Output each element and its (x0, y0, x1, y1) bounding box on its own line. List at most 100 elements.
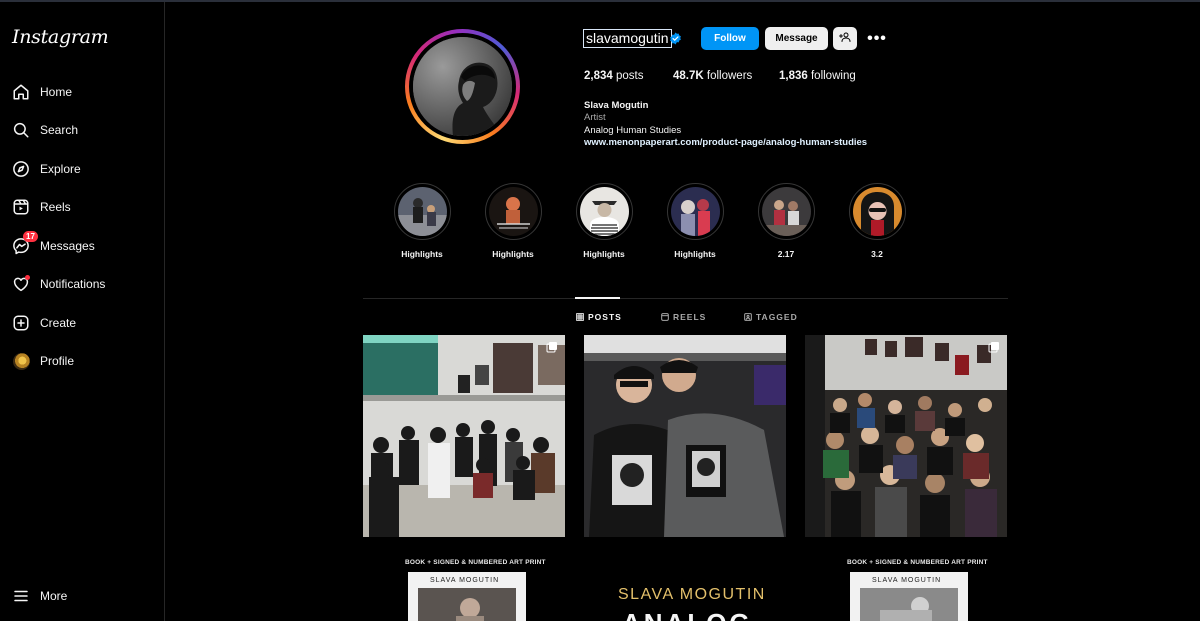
highlight-ring (848, 183, 906, 240)
profile-username[interactable]: slavamogutin (583, 29, 672, 48)
following-count-label: following (810, 70, 856, 82)
highlight-ring (575, 183, 633, 240)
bio-full-name: Slava Mogutin (584, 100, 649, 111)
carousel-icon (988, 341, 1000, 353)
tab-posts[interactable]: POSTS (576, 312, 622, 322)
story-highlight[interactable]: Highlights (483, 183, 543, 259)
follow-button[interactable]: Follow (701, 27, 759, 50)
instagram-logo[interactable]: Instagram (12, 26, 109, 48)
compass-icon (11, 159, 31, 179)
sidebar-item-label: Search (40, 123, 79, 137)
highlight-cover (397, 187, 447, 236)
book-cover: SLAVA MOGUTIN (408, 572, 526, 621)
highlight-cover (852, 187, 902, 236)
sidebar-item-explore[interactable]: Explore (11, 155, 156, 183)
sidebar-item-messages[interactable]: 17 Messages (11, 231, 156, 260)
post-thumbnail[interactable]: BOOK + SIGNED & NUMBERED ART PRINT SLAVA… (363, 544, 565, 621)
highlight-label: 2.17 (777, 249, 795, 259)
tabs-divider (363, 298, 1008, 299)
post-thumbnail[interactable]: BOOK + SIGNED & NUMBERED ART PRINT SLAVA… (805, 544, 1007, 621)
highlight-ring (393, 183, 451, 240)
reels-icon (11, 197, 31, 217)
post-caption-text: BOOK + SIGNED & NUMBERED ART PRINT (405, 559, 546, 566)
profile-avatar[interactable] (405, 29, 520, 144)
search-icon (11, 120, 31, 140)
bio-category: Artist (584, 112, 606, 123)
sidebar-item-profile[interactable]: Profile (11, 347, 156, 375)
sidebar-item-more[interactable]: More (11, 582, 156, 610)
story-highlight[interactable]: Highlights (665, 183, 725, 259)
heart-icon (11, 274, 31, 294)
tab-reels[interactable]: REELS (661, 312, 706, 322)
verified-badge-icon (669, 32, 682, 50)
message-button[interactable]: Message (765, 27, 828, 50)
highlight-cover (670, 187, 720, 236)
sidebar: Instagram Home Search Explore Reels 17 M… (0, 2, 165, 621)
messenger-icon: 17 (11, 231, 38, 256)
notification-dot (25, 275, 30, 280)
highlight-ring (666, 183, 724, 240)
posts-count: 2,834 posts (584, 70, 643, 82)
tab-tagged[interactable]: TAGGED (744, 312, 798, 322)
messages-badge: 17 (23, 231, 38, 242)
sidebar-item-label: More (40, 589, 68, 603)
active-tab-indicator (575, 297, 620, 299)
sidebar-item-home[interactable]: Home (11, 78, 156, 106)
sidebar-item-label: Home (40, 85, 73, 99)
sidebar-item-label: Reels (40, 200, 71, 214)
highlight-cover (488, 187, 538, 236)
followers-count[interactable]: 48.7K followers (673, 70, 752, 82)
avatar-border (409, 33, 516, 140)
bio-link[interactable]: www.menonpaperart.com/product-page/analo… (584, 137, 867, 148)
bio-text: Analog Human Studies (584, 125, 682, 136)
suggested-accounts-button[interactable] (833, 27, 857, 50)
story-highlight[interactable]: 2.17 (756, 183, 816, 259)
tagged-icon (744, 313, 752, 321)
tab-label: REELS (673, 312, 707, 322)
followers-count-label: followers (706, 70, 753, 82)
story-highlight[interactable]: Highlights (392, 183, 452, 259)
book-cover: SLAVA MOGUTIN (850, 572, 968, 621)
tab-label: TAGGED (756, 312, 798, 322)
post-title-text: SLAVA MOGUTIN (618, 586, 766, 603)
sidebar-item-label: Profile (40, 354, 75, 368)
post-thumbnail[interactable] (805, 335, 1007, 537)
reels-icon (661, 313, 669, 321)
highlight-label: 3.2 (871, 249, 883, 259)
highlight-cover (579, 187, 629, 236)
post-thumbnail[interactable] (363, 335, 565, 537)
grid-icon (576, 313, 584, 321)
book-cover-title: SLAVA MOGUTIN (430, 577, 500, 584)
sidebar-item-label: Create (40, 316, 77, 330)
sidebar-item-search[interactable]: Search (11, 116, 156, 144)
post-caption-text: BOOK + SIGNED & NUMBERED ART PRINT (847, 559, 988, 566)
post-subtitle-text: ANALOG (622, 608, 753, 621)
following-count-value: 1,836 (779, 70, 808, 82)
followers-count-value: 48.7K (673, 70, 704, 82)
story-highlight[interactable]: 3.2 (847, 183, 907, 259)
window-top-border (0, 0, 1200, 2)
book-cover-title: SLAVA MOGUTIN (872, 577, 942, 584)
highlight-cover (761, 187, 811, 236)
sidebar-item-reels[interactable]: Reels (11, 193, 156, 221)
sidebar-item-notifications[interactable]: Notifications (11, 270, 156, 298)
sidebar-item-create[interactable]: Create (11, 309, 156, 337)
post-thumbnail[interactable]: SLAVA MOGUTIN ANALOG (584, 544, 786, 621)
sidebar-item-label: Messages (40, 239, 95, 253)
highlight-ring (757, 183, 815, 240)
avatar (12, 352, 30, 370)
sidebar-item-label: Notifications (40, 277, 106, 291)
plus-square-icon (11, 313, 31, 333)
home-icon (11, 82, 31, 102)
hamburger-menu-icon (11, 586, 31, 606)
options-button[interactable]: ••• (864, 27, 890, 50)
story-highlight[interactable]: Highlights (574, 183, 634, 259)
posts-count-value: 2,834 (584, 70, 613, 82)
following-count[interactable]: 1,836 following (779, 70, 856, 82)
add-person-icon (839, 31, 851, 46)
highlight-label: Highlights (492, 249, 534, 259)
carousel-icon (546, 341, 558, 353)
profile-photo (413, 37, 512, 136)
post-thumbnail[interactable] (584, 335, 786, 537)
posts-count-label: posts (615, 70, 644, 82)
